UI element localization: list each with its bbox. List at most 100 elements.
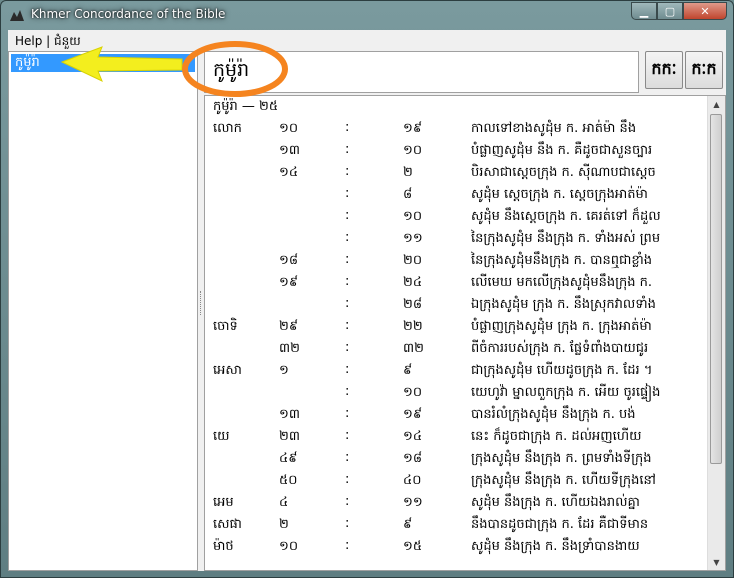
result-text: យេហូវ៉ា ម្នាលពួកក្រុង ក. អើយ ចូរផ្ទៀង [471, 385, 661, 400]
result-row[interactable]: ១៩: ២៤ លើមេឃ មកលើក្រុងសូដុំមនឹងក្រុង ក. [205, 271, 705, 293]
app-window: Khmer Concordance of the Bible ▁ ▢ ✕ Hel… [0, 0, 734, 578]
result-text: សូដុំម នឹងក្រុង ក. នឹងទ្រាំបានងាយ [471, 539, 640, 554]
result-text: លើមេឃ មកលើក្រុងសូដុំមនឹងក្រុង ក. [471, 275, 653, 290]
result-verse: ២២ [403, 319, 423, 334]
result-verse: ២ [403, 165, 413, 180]
result-row[interactable]: : ១០ សូដុំម នឹងស្តេចក្រុង ក. គេរត់ទៅ ក៏ដួល [205, 205, 705, 227]
result-chapter: ២ [279, 517, 289, 532]
result-chapter: ១០ [279, 121, 299, 136]
word-list[interactable]: កូម៉ូរ៉ា [8, 51, 198, 571]
word-list-item-selected[interactable]: កូម៉ូរ៉ា [11, 54, 195, 72]
result-separator: : [345, 186, 350, 201]
result-verse: ១៤ [403, 429, 423, 444]
result-row[interactable]: : ២៨ ឯក្រុងសូដុំម ក្រុង ក. នឹងស្រុកវាលទាំង [205, 293, 705, 315]
result-row[interactable]: ម៉ាថ ១០: ១៥ សូដុំម នឹងក្រុង ក. នឹងទ្រាំបានង… [205, 535, 705, 557]
result-book: លោក [213, 121, 242, 136]
result-row[interactable]: : ១០ យេហូវ៉ា ម្នាលពួកក្រុង ក. អើយ ចូរផ្ទៀង [205, 381, 705, 403]
sort-right-button[interactable]: កៈក [685, 51, 723, 89]
result-row[interactable]: លោក ១០: ១៩ កាលទៅខាងសូដុំម ក. អាត់ម៉ា នឹង [205, 117, 705, 139]
result-row[interactable]: ១៣: ១៩ បានរំលំក្រុងសូដុំម នឹងក្រុង ក. បង់ [205, 403, 705, 425]
result-row[interactable]: អេម ៤: ១១ សូដុំម នឹងក្រុង ក. ហើយឯងរាល់គ្នា [205, 491, 705, 513]
menu-bar: Help | ជំនួយ [8, 30, 726, 50]
result-row[interactable]: ១៤: ២ បិរសាជាស្តេចក្រុង ក. ស៊ីណាបជាស្តេច [205, 161, 705, 183]
result-verse: ១០ [403, 385, 423, 400]
result-row[interactable]: ៤៩: ១៨ ក្រុងសូដុំម នឹងក្រុង ក. ព្រមទាំងទីក… [205, 447, 705, 469]
results-header: កូម៉ូរ៉ា — ២៥ [213, 99, 279, 114]
result-book: ម៉ាថ [213, 539, 234, 554]
result-verse: ៤០ [403, 473, 422, 488]
result-text: បំផ្លាញក្រុងសូដុំម ក្រុង ក. ក្រុងអាត់ម៉ា [471, 319, 652, 334]
result-separator: : [345, 450, 350, 465]
result-verse: ២៤ [403, 275, 423, 290]
result-chapter: ១ [279, 363, 289, 378]
result-text: នៃក្រុងសូដុំម នឹងក្រុង ក. ទាំងអស់ ព្រម [471, 231, 661, 246]
result-separator: : [345, 318, 350, 333]
result-separator: : [345, 384, 350, 399]
result-verse: ៣២ [403, 341, 424, 356]
result-verse: ១៥ [403, 539, 423, 554]
result-book: ចោទិ [213, 319, 238, 334]
maximize-button[interactable]: ▢ [657, 2, 683, 20]
result-text: ក្រុងសូដុំម នឹងក្រុង ក. ហើយទីក្រុងនៅ [471, 473, 656, 488]
vertical-scrollbar[interactable]: ▲ ▼ [707, 96, 725, 570]
result-text: សូដុំម នឹងក្រុង ក. ហើយឯងរាល់គ្នា [471, 495, 640, 510]
result-separator: : [345, 142, 350, 157]
result-verse: ៩ [403, 517, 413, 532]
menu-help[interactable]: Help | ជំនួយ [15, 33, 81, 51]
result-separator: : [345, 120, 350, 135]
search-input[interactable]: កូម៉ូរ៉ា [204, 51, 639, 93]
result-chapter: ២៣ [279, 429, 300, 444]
result-verse: ១០ [403, 209, 423, 224]
result-row[interactable]: សេផា ២: ៩ នឹងបានដូចជាក្រុង ក. ដែរ គឺជាទីមាន [205, 513, 705, 535]
result-separator: : [345, 296, 350, 311]
result-row[interactable]: : ៨ សូដុំម ស្តេចក្រុង ក. ស្តេចក្រុងអាត់ម៉ា [205, 183, 705, 205]
scroll-up-arrow-icon[interactable]: ▲ [708, 96, 725, 112]
scroll-thumb[interactable] [710, 114, 722, 464]
result-book: សេផា [213, 517, 242, 532]
result-row[interactable]: ៣២: ៣២ ពីចំការរបស់ក្រុង ក. ផ្លែទំពាំងបាយជូ… [205, 337, 705, 359]
result-row[interactable]: : ១១ នៃក្រុងសូដុំម នឹងក្រុង ក. ទាំងអស់ ព្រ… [205, 227, 705, 249]
result-row[interactable]: ចោទិ ២៩: ២២ បំផ្លាញក្រុងសូដុំម ក្រុង ក. ក្រ… [205, 315, 705, 337]
result-text: ឯក្រុងសូដុំម ក្រុង ក. នឹងស្រុកវាលទាំង [471, 297, 656, 312]
result-separator: : [345, 516, 350, 531]
result-verse: ១៩ [403, 407, 423, 422]
result-separator: : [345, 208, 350, 223]
result-separator: : [345, 406, 350, 421]
result-text: បិរសាជាស្តេចក្រុង ក. ស៊ីណាបជាស្តេច [471, 165, 656, 180]
result-verse: ៩ [403, 363, 413, 378]
result-verse: ១៩ [403, 121, 423, 136]
result-text: នឹងបានដូចជាក្រុង ក. ដែរ គឺជាទីមាន [471, 517, 649, 532]
minimize-button[interactable]: ▁ [631, 2, 657, 20]
result-separator: : [345, 274, 350, 289]
result-book: អេម [213, 495, 234, 510]
scroll-down-arrow-icon[interactable]: ▼ [708, 554, 725, 570]
result-text: សូដុំម ស្តេចក្រុង ក. ស្តេចក្រុងអាត់ម៉ា [471, 187, 648, 202]
result-verse: ១១ [403, 495, 423, 510]
result-separator: : [345, 164, 350, 179]
result-chapter: ១៨ [279, 253, 299, 268]
close-button[interactable]: ✕ [683, 2, 727, 20]
result-row[interactable]: ១៨: ២០ នៃក្រុងសូដុំមនឹងក្រុង ក. បានឮជាខ្លា… [205, 249, 705, 271]
result-chapter: ១៤ [279, 165, 299, 180]
title-bar[interactable]: Khmer Concordance of the Bible ▁ ▢ ✕ [1, 1, 733, 29]
result-separator: : [345, 252, 350, 267]
result-row[interactable]: ១៣: ១០ បំផ្លាញសូដុំម នឹង ក. គឺដូចជាសួនច្បា… [205, 139, 705, 161]
results-panel: កូម៉ូរ៉ា — ២៥ លោក ១០:១៩ កាលទៅខាងសូដុំម ក. … [204, 95, 726, 571]
result-chapter: ៤ [279, 495, 289, 510]
result-chapter: ១៣ [279, 143, 300, 158]
result-row[interactable]: យេ ២៣: ១៤ នេះ ក៏ដូចជាក្រុង ក. ដល់អញហើយ [205, 425, 705, 447]
result-chapter: ១៩ [279, 275, 299, 290]
result-text: សូដុំម នឹងស្តេចក្រុង ក. គេរត់ទៅ ក៏ដួល [471, 209, 661, 224]
result-row[interactable]: ៥០: ៤០ ក្រុងសូដុំម នឹងក្រុង ក. ហើយទីក្រុងន… [205, 469, 705, 491]
result-verse: ២០ [403, 253, 423, 268]
result-verse: ១៨ [403, 451, 423, 466]
splitter-grip-icon [200, 291, 203, 315]
app-logo-icon [10, 10, 24, 21]
result-text: បំផ្លាញសូដុំម នឹង ក. គឺដូចជាសួនច្បារ [471, 143, 653, 158]
result-chapter: ៥០ [279, 473, 298, 488]
result-text: ពីចំការរបស់ក្រុង ក. ផ្លែទំពាំងបាយជូរ [471, 341, 649, 356]
sort-left-button[interactable]: កកៈ [645, 51, 683, 89]
result-text: កាលទៅខាងសូដុំម ក. អាត់ម៉ា នឹង [471, 121, 637, 136]
result-row[interactable]: អេសា ១: ៩ ជាក្រុងសូដុំម ហើយដូចក្រុង ក. ដែរ … [205, 359, 705, 381]
result-chapter: ២៩ [279, 319, 299, 334]
